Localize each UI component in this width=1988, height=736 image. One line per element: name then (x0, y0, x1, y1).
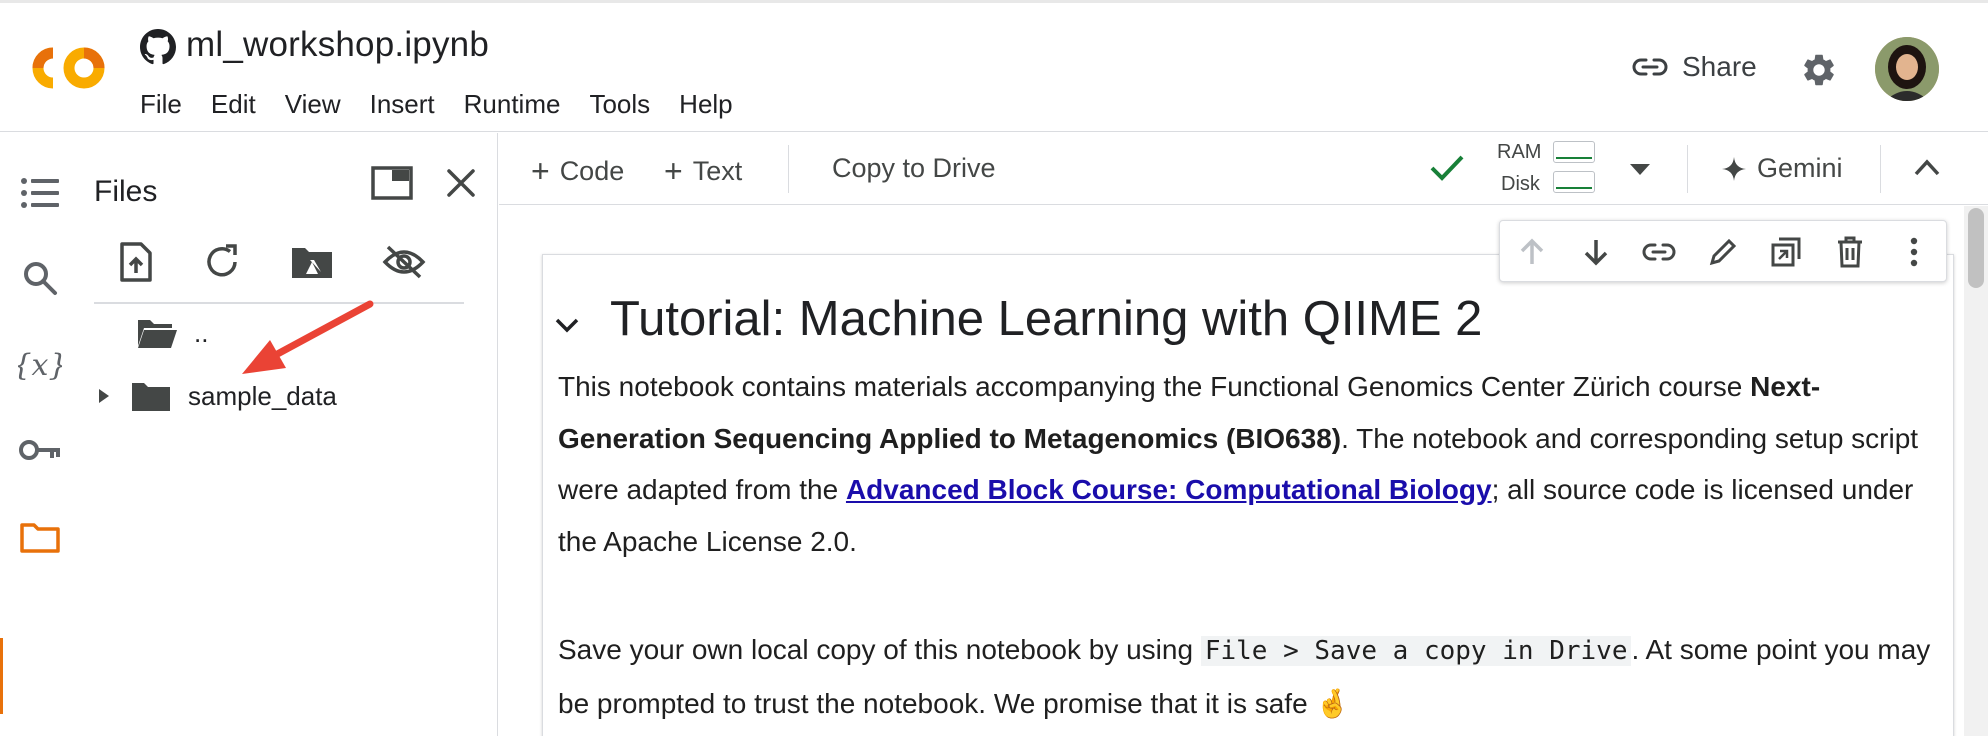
plus-icon: + (664, 153, 683, 189)
ram-meter[interactable] (1553, 141, 1595, 163)
edit-icon[interactable] (1705, 234, 1741, 270)
notebook-title[interactable]: ml_workshop.ipynb (186, 25, 489, 65)
share-label: Share (1682, 51, 1757, 82)
add-code-label: Code (559, 156, 625, 186)
folder-icon[interactable] (18, 515, 62, 559)
menu-runtime[interactable]: Runtime (464, 89, 561, 120)
gear-icon[interactable] (1800, 51, 1838, 89)
inline-code: File > Save a copy in Drive (1200, 636, 1632, 666)
menu-help[interactable]: Help (679, 89, 732, 120)
menu-insert[interactable]: Insert (370, 89, 435, 120)
notebook-main: Tutorial: Machine Learning with QIIME 2 … (499, 206, 1988, 736)
avatar[interactable] (1875, 37, 1939, 101)
collapse-section-icon[interactable] (552, 313, 582, 337)
svg-text:{x}: {x} (18, 348, 62, 383)
notebook-toolbar: + Code + Text Copy to Drive RAM Disk Gem… (499, 133, 1988, 205)
copy-to-drive-button[interactable]: Copy to Drive (832, 153, 996, 184)
text-cell[interactable]: Tutorial: Machine Learning with QIIME 2 … (542, 254, 1954, 736)
gemini-label: Gemini (1757, 153, 1843, 183)
menu-bar: File Edit View Insert Runtime Tools Help (140, 89, 762, 120)
move-up-icon[interactable] (1514, 234, 1550, 270)
add-text-label: Text (692, 156, 743, 186)
open-in-tab-icon[interactable] (370, 165, 414, 201)
mirror-cell-icon[interactable] (1768, 234, 1804, 270)
menu-tools[interactable]: Tools (589, 89, 650, 120)
cell-paragraph-1: This notebook contains materials accompa… (558, 361, 1948, 567)
table-of-contents-icon[interactable] (18, 171, 62, 215)
collapse-header-icon[interactable] (1914, 158, 1940, 176)
scrollbar[interactable] (1964, 206, 1988, 736)
link-icon (1632, 58, 1668, 76)
file-name: .. (194, 317, 209, 348)
side-rail: {x} (0, 133, 80, 736)
annotation-arrow-icon (242, 300, 374, 374)
cell-toolbar (1499, 220, 1947, 282)
toolbar-divider (1880, 145, 1881, 193)
link-icon[interactable] (1641, 234, 1677, 270)
cell-paragraph-2: Save your own local copy of this noteboo… (558, 624, 1948, 729)
add-text-button[interactable]: + Text (664, 153, 742, 190)
open-folder-icon (138, 320, 177, 348)
move-down-icon[interactable] (1578, 234, 1614, 270)
connected-check-icon (1430, 155, 1464, 181)
disk-meter[interactable] (1553, 171, 1595, 193)
plus-icon: + (531, 153, 550, 189)
close-icon[interactable] (443, 165, 479, 201)
files-panel: Files .. sample_data (80, 133, 498, 736)
delete-icon[interactable] (1832, 234, 1868, 270)
hidden-files-icon[interactable] (380, 238, 428, 286)
cell-heading: Tutorial: Machine Learning with QIIME 2 (610, 292, 1483, 346)
files-panel-title: Files (94, 175, 158, 208)
toolbar-divider (1687, 145, 1688, 193)
mount-drive-icon[interactable] (288, 238, 336, 286)
variables-icon[interactable]: {x} (18, 343, 62, 387)
folder-icon (132, 383, 170, 411)
course-link[interactable]: Advanced Block Course: Computational Bio… (846, 474, 1492, 505)
sparkle-icon (1722, 156, 1746, 181)
menu-edit[interactable]: Edit (211, 89, 256, 120)
gemini-button[interactable]: Gemini (1721, 153, 1843, 184)
toolbar-divider (788, 145, 789, 193)
github-icon (140, 29, 176, 65)
search-icon[interactable] (18, 256, 62, 300)
resources-dropdown-icon[interactable] (1629, 163, 1651, 177)
disk-label: Disk (1501, 173, 1540, 195)
menu-file[interactable]: File (140, 89, 182, 120)
file-item-parent[interactable]: .. (136, 316, 208, 350)
colab-logo[interactable] (26, 41, 112, 95)
app-header: ml_workshop.ipynb File Edit View Insert … (0, 0, 1988, 132)
share-button[interactable]: Share (1632, 51, 1757, 83)
expand-arrow-icon[interactable] (94, 386, 114, 406)
ram-label: RAM (1497, 141, 1542, 163)
rail-active-indicator (0, 638, 3, 714)
more-options-icon[interactable] (1896, 234, 1932, 270)
paragraph-text: This notebook contains materials accompa… (558, 371, 1751, 402)
refresh-icon[interactable] (198, 238, 246, 286)
add-code-button[interactable]: + Code (531, 153, 624, 190)
paragraph-text: Save your own local copy of this noteboo… (558, 634, 1201, 665)
menu-view[interactable]: View (285, 89, 341, 120)
upload-file-icon[interactable] (112, 238, 160, 286)
key-icon[interactable] (18, 428, 62, 472)
scrollbar-thumb[interactable] (1968, 208, 1984, 288)
